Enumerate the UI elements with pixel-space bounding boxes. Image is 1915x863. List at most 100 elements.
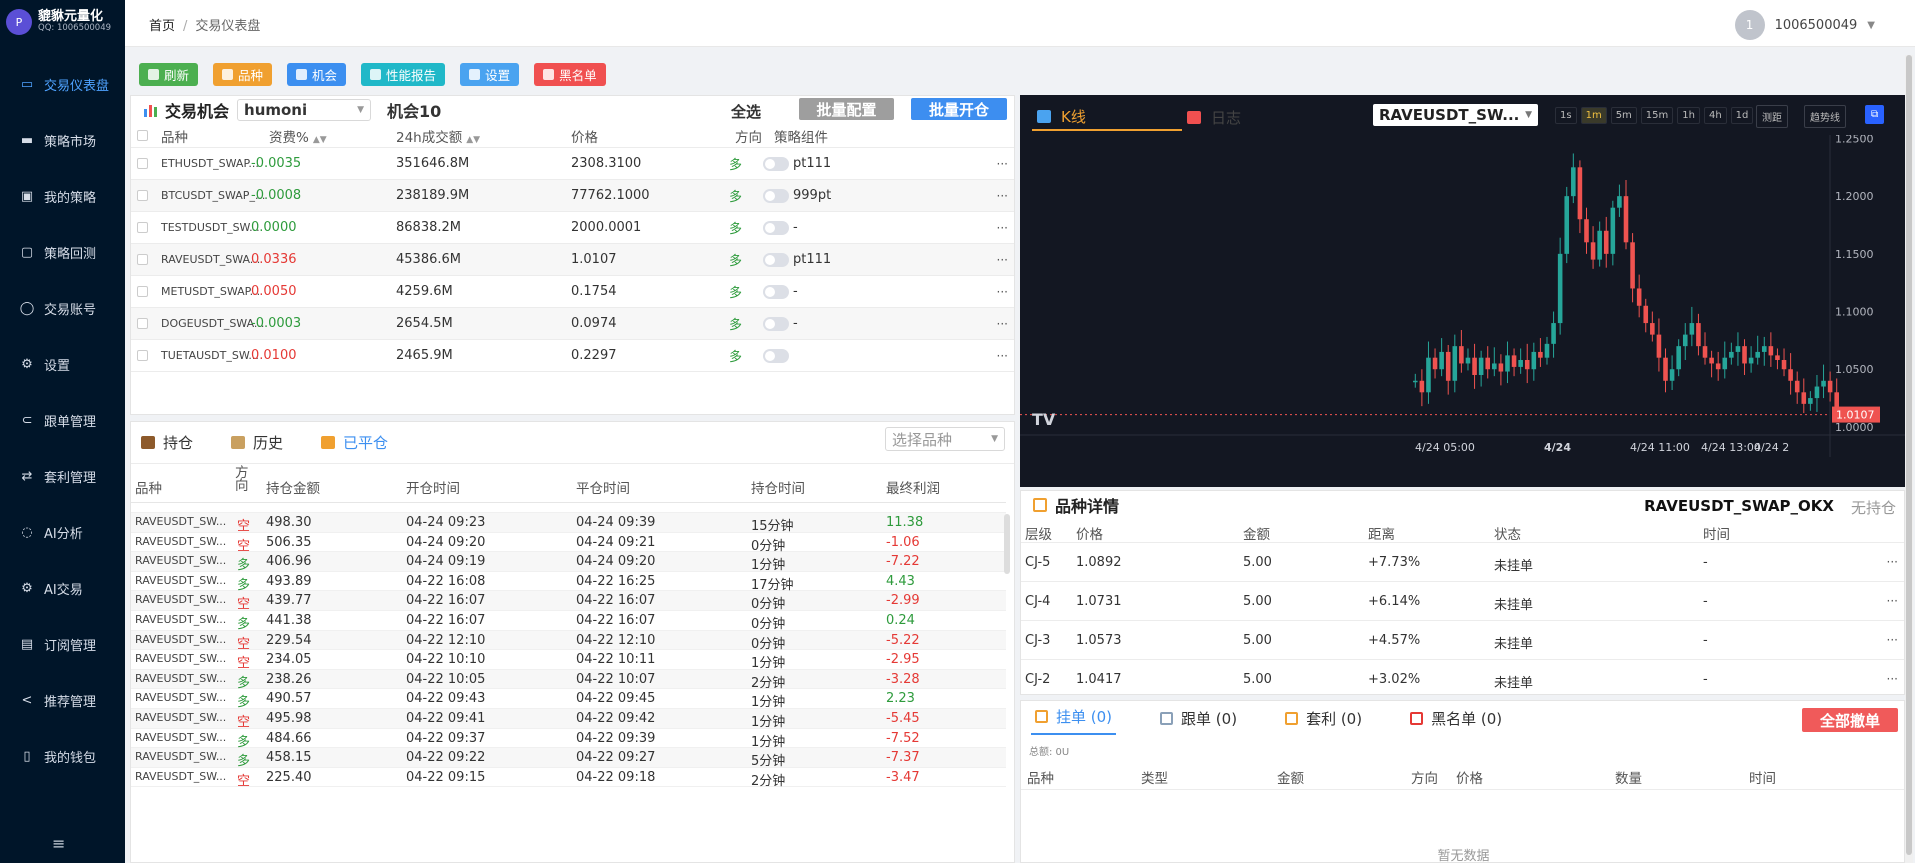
- interval-1h[interactable]: 1h: [1677, 107, 1700, 124]
- cancel-all-button[interactable]: 全部撤单: [1802, 708, 1898, 732]
- tab-log[interactable]: 日志: [1182, 103, 1332, 131]
- select-all-button[interactable]: 全选: [731, 101, 761, 122]
- sort-volume[interactable]: 24h成交额 ▲▼: [396, 126, 480, 146]
- row-checkbox[interactable]: [137, 254, 148, 265]
- table-row[interactable]: RAVEUSDT_SWA... 0.0336 45386.6M 1.0107 多 pt11…: [131, 244, 1014, 276]
- sidebar-item-11[interactable]: < 推荐管理: [0, 672, 125, 728]
- table-row[interactable]: RAVEUSDT_SW... 空 225.40 04-22 09:15 04-22 09…: [131, 768, 1006, 789]
- batch-open-button[interactable]: 批量开仓: [911, 98, 1007, 120]
- table-row[interactable]: CJ-5 1.0892 5.00 +7.73% 未挂单 - ···: [1021, 543, 1904, 582]
- tab-scale[interactable]: 套利 (0): [1281, 708, 1366, 735]
- toggle-switch[interactable]: [763, 156, 789, 171]
- toggle-switch[interactable]: [763, 188, 789, 203]
- tab-clipboard[interactable]: 挂单 (0): [1031, 706, 1117, 735]
- toolbar-button-2[interactable]: 机会: [287, 63, 347, 86]
- chart-symbol-select[interactable]: RAVEUSDT_SW... ▼: [1373, 104, 1538, 126]
- table-row[interactable]: RAVEUSDT_SW... 多 406.96 04-24 09:19 04-24 09…: [131, 552, 1006, 573]
- more-icon[interactable]: ···: [1887, 594, 1898, 608]
- menu-collapse-icon[interactable]: ≡: [52, 834, 65, 853]
- sidebar-item-10[interactable]: ▤ 订阅管理: [0, 616, 125, 672]
- interval-4h[interactable]: 4h: [1703, 107, 1727, 124]
- user-menu[interactable]: 1 1006500049 ▼: [1734, 10, 1875, 40]
- row-checkbox[interactable]: [137, 158, 148, 169]
- sidebar-item-9[interactable]: ⚙ AI交易: [0, 560, 125, 616]
- symbol-filter-select[interactable]: 选择品种 ▼: [885, 427, 1005, 451]
- toggle-switch[interactable]: [763, 348, 789, 363]
- interval-5m[interactable]: 5m: [1610, 107, 1637, 124]
- sidebar-item-0[interactable]: ▭ 交易仪表盘: [0, 56, 125, 112]
- sidebar-item-6[interactable]: ⊂ 跟单管理: [0, 392, 125, 448]
- more-icon[interactable]: ···: [997, 317, 1008, 331]
- toggle-switch[interactable]: [763, 220, 789, 235]
- sidebar-item-8[interactable]: ◌ AI分析: [0, 504, 125, 560]
- table-row[interactable]: RAVEUSDT_SW... 多 458.15 04-22 09:22 04-22 09…: [131, 748, 1006, 769]
- table-row[interactable]: BTCUSDT_SWAP_... -0.0008 238189.9M 77762.10…: [131, 180, 1014, 212]
- toggle-switch[interactable]: [763, 252, 789, 267]
- toggle-switch[interactable]: [763, 316, 789, 331]
- table-row[interactable]: CJ-4 1.0731 5.00 +6.14% 未挂单 - ···: [1021, 582, 1904, 621]
- table-row[interactable]: CJ-2 1.0417 5.00 +3.02% 未挂单 - ···: [1021, 660, 1904, 694]
- table-row[interactable]: ETHUSDT_SWAP... -0.0035 351646.8M 2308.3100…: [131, 148, 1014, 180]
- table-row[interactable]: RAVEUSDT_SW... 空 439.77 04-22 16:07 04-22 16…: [131, 591, 1006, 612]
- interval-1d[interactable]: 1d: [1730, 107, 1754, 124]
- tab-scroll[interactable]: 历史: [231, 432, 283, 453]
- sort-funding[interactable]: 资费% ▲▼: [269, 126, 327, 146]
- more-icon[interactable]: ···: [997, 253, 1008, 267]
- row-checkbox[interactable]: [137, 222, 148, 233]
- table-row[interactable]: RAVEUSDT_SW... 空 506.35 04-24 09:20 04-24 09…: [131, 533, 1006, 554]
- trendline-button[interactable]: 趋势线: [1804, 105, 1846, 128]
- toolbar-button-1[interactable]: 品种: [213, 63, 273, 86]
- table-row[interactable]: DOGEUSDT_SWA... -0.0003 2654.5M 0.0974 多 - ···: [131, 308, 1014, 340]
- sidebar-item-2[interactable]: ▣ 我的策略: [0, 168, 125, 224]
- toolbar-button-0[interactable]: 刷新: [139, 63, 199, 86]
- table-row[interactable]: RAVEUSDT_SW... 多 490.57 04-22 09:43 04-22 09…: [131, 689, 1006, 710]
- row-checkbox[interactable]: [137, 318, 148, 329]
- table-row[interactable]: TUETAUSDT_SW... 0.0100 2465.9M 0.2297 多 ···: [131, 340, 1014, 372]
- candlestick-chart[interactable]: 1.2500 1.2000 1.1500 1.1000 1.0500 1.0000 4/24…: [1020, 135, 1905, 487]
- table-row[interactable]: RAVEUSDT_SW... 多 441.38 04-22 16:07 04-22 16…: [131, 611, 1006, 632]
- toggle-switch[interactable]: [763, 284, 789, 299]
- page-scrollbar[interactable]: [1905, 55, 1913, 863]
- more-icon[interactable]: ···: [997, 221, 1008, 235]
- table-row[interactable]: TESTDUSDT_SW... 0.0000 86838.2M 2000.0001 多 -…: [131, 212, 1014, 244]
- more-icon[interactable]: ···: [997, 285, 1008, 299]
- scrollbar[interactable]: [1004, 514, 1010, 574]
- screenshot-icon[interactable]: ⧉: [1865, 105, 1885, 124]
- interval-1m[interactable]: 1m: [1580, 107, 1607, 124]
- table-row[interactable]: RAVEUSDT_SW... 多 238.26 04-22 10:05 04-22 10…: [131, 669, 1006, 691]
- tab-box[interactable]: 已平仓: [321, 432, 388, 453]
- table-row[interactable]: RAVEUSDT_SW... 空 495.98 04-22 09:41 04-22 09…: [131, 709, 1006, 730]
- row-checkbox[interactable]: [137, 350, 148, 361]
- header-checkbox[interactable]: [137, 130, 148, 141]
- toolbar-button-3[interactable]: 性能报告: [361, 63, 446, 86]
- batch-config-button[interactable]: 批量配置: [799, 98, 894, 120]
- breadcrumb-home[interactable]: 首页: [149, 19, 175, 34]
- sidebar-item-5[interactable]: ⚙ 设置: [0, 336, 125, 392]
- table-row[interactable]: RAVEUSDT_SW... 多 484.66 04-22 09:37 04-22 09…: [131, 729, 1006, 750]
- sidebar-item-7[interactable]: ⇄ 套利管理: [0, 448, 125, 504]
- tab-pen[interactable]: 跟单 (0): [1156, 708, 1241, 735]
- strategy-select[interactable]: humoni ▼: [237, 99, 372, 121]
- more-icon[interactable]: ···: [1887, 633, 1898, 647]
- sidebar-item-4[interactable]: ◯ 交易账号: [0, 280, 125, 336]
- more-icon[interactable]: ···: [997, 189, 1008, 203]
- interval-15m[interactable]: 15m: [1640, 107, 1674, 124]
- more-icon[interactable]: ···: [1887, 555, 1898, 569]
- row-checkbox[interactable]: [137, 286, 148, 297]
- measure-button[interactable]: 测距: [1756, 105, 1788, 128]
- row-checkbox[interactable]: [137, 190, 148, 201]
- table-row[interactable]: RAVEUSDT_SW... 空 498.30 04-24 09:23 04-24 09…: [131, 513, 1006, 534]
- table-row[interactable]: RAVEUSDT_SW... 空 234.05 04-22 10:10 04-22 10…: [131, 650, 1006, 671]
- table-row[interactable]: RAVEUSDT_SW... 多 493.89 04-22 16:08 04-22 16…: [131, 572, 1006, 593]
- sidebar-item-12[interactable]: ▯ 我的钱包: [0, 728, 125, 784]
- sidebar-item-3[interactable]: ▢ 策略回测: [0, 224, 125, 280]
- more-icon[interactable]: ···: [997, 349, 1008, 363]
- tab-bag[interactable]: 持仓: [141, 432, 193, 453]
- toolbar-button-5[interactable]: 黑名单: [534, 63, 606, 86]
- table-row[interactable]: METUSDT_SWAP... 0.0050 4259.6M 0.1754 多 - ···: [131, 276, 1014, 308]
- tab-candle[interactable]: K线: [1032, 103, 1182, 131]
- toolbar-button-4[interactable]: 设置: [460, 63, 520, 86]
- table-row[interactable]: RAVEUSDT_SW... 空 229.54 04-22 12:10 04-22 12…: [131, 630, 1006, 652]
- more-icon[interactable]: ···: [1887, 672, 1898, 686]
- more-icon[interactable]: ···: [997, 157, 1008, 171]
